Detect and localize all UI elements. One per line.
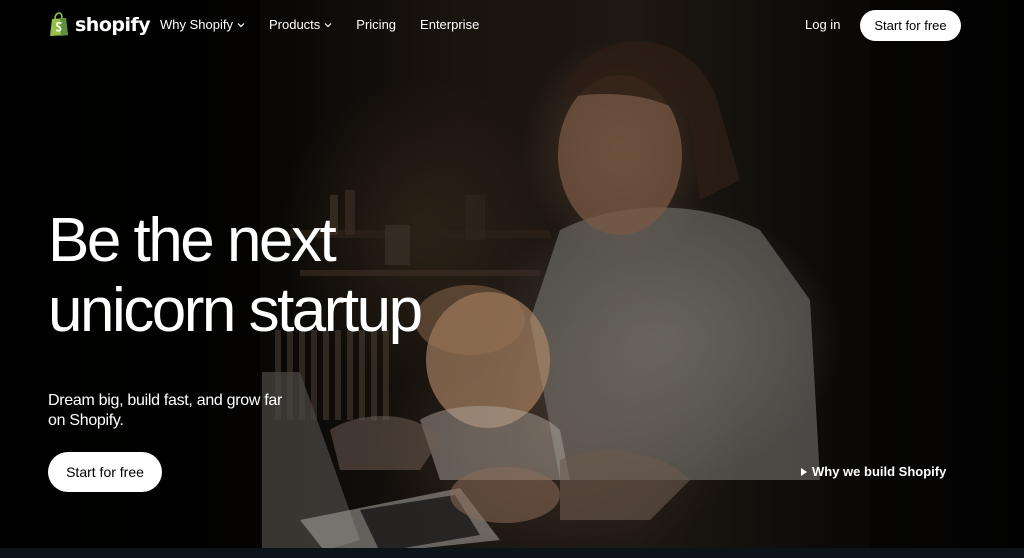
- logo-wordmark: shopify: [75, 13, 151, 36]
- nav-links: Why Shopify Products Pricing Enterprise: [160, 17, 479, 32]
- top-navigation: shopify Why Shopify Products Pricing Ent…: [0, 0, 1024, 50]
- nav-start-for-free-button[interactable]: Start for free: [860, 10, 961, 41]
- hero-title: Be the next unicorn startup: [48, 206, 423, 346]
- shopping-bag-icon: [50, 12, 68, 36]
- chevron-down-icon: [237, 22, 245, 27]
- page-bottom-strip: [0, 548, 1024, 558]
- hero-title-line-1: Be the next: [48, 206, 337, 275]
- hero-start-for-free-button[interactable]: Start for free: [48, 452, 162, 492]
- chevron-down-icon: [324, 22, 332, 27]
- nav-item-label: Enterprise: [420, 17, 480, 32]
- nav-item-enterprise[interactable]: Enterprise: [420, 17, 479, 32]
- nav-item-products[interactable]: Products: [269, 17, 332, 32]
- play-icon: [801, 467, 807, 476]
- nav-item-pricing[interactable]: Pricing: [356, 17, 396, 32]
- nav-item-why-shopify[interactable]: Why Shopify: [160, 17, 245, 32]
- nav-item-label: Why Shopify: [160, 17, 233, 32]
- video-link-label: Why we build Shopify: [812, 464, 947, 479]
- shopify-logo[interactable]: shopify: [48, 12, 151, 37]
- hero-title-line-2: unicorn startup: [48, 276, 423, 345]
- page: shopify Why Shopify Products Pricing Ent…: [0, 0, 1024, 558]
- nav-item-label: Pricing: [356, 17, 397, 32]
- login-link[interactable]: Log in: [805, 17, 840, 32]
- hero-subtitle: Dream big, build fast, and grow far on S…: [48, 392, 283, 429]
- nav-item-label: Products: [268, 17, 321, 32]
- why-we-build-shopify-link[interactable]: Why we build Shopify: [801, 464, 946, 479]
